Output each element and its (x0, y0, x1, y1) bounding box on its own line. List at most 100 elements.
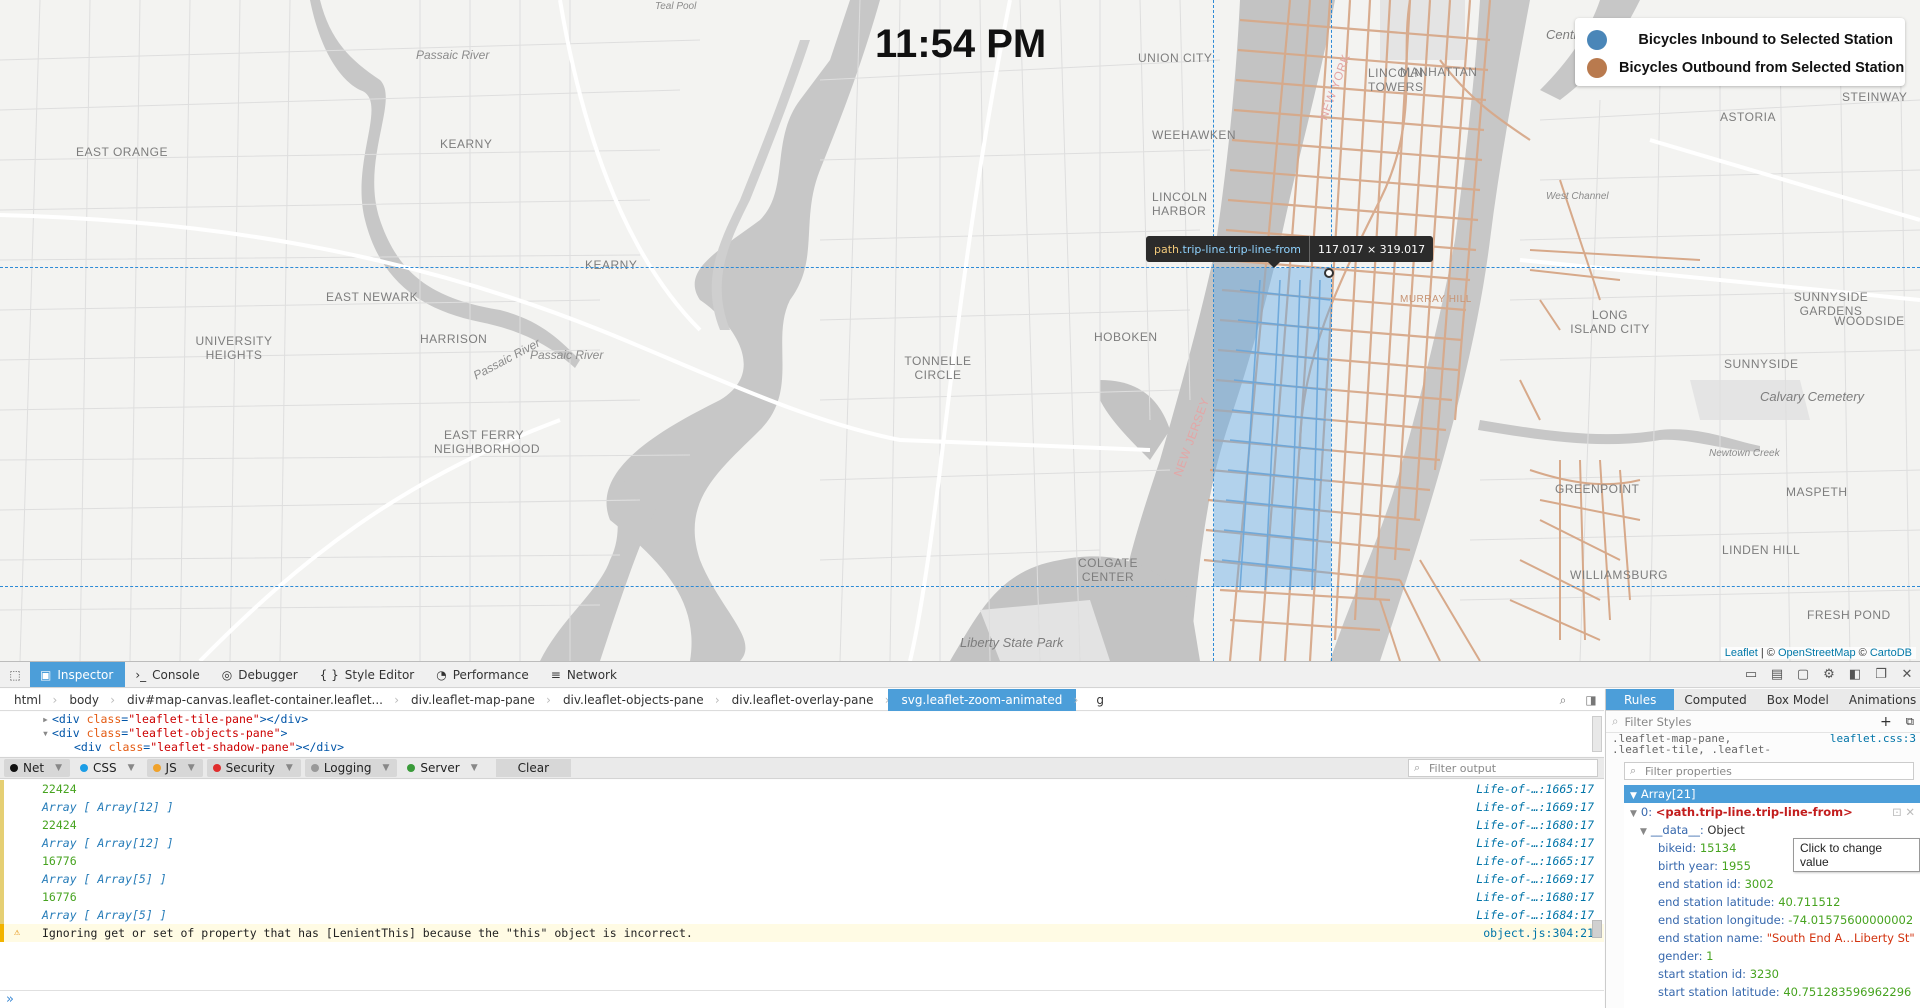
variables-field[interactable]: start station latitude: 40.7512835969622… (1624, 983, 1920, 1001)
console-source-link[interactable]: Life-of-…:1684:17 (1476, 834, 1594, 852)
frame-select-icon[interactable]: ▭ (1738, 662, 1764, 687)
tab-computed[interactable]: Computed (1674, 689, 1756, 710)
breadcrumb-html[interactable]: html (0, 689, 58, 711)
console-row[interactable]: 22424 Life-of-…:1665:17 (0, 780, 1604, 798)
var-value[interactable]: "South End A…Liberty St" (1767, 931, 1915, 945)
markup-node-shadow-pane[interactable]: <div class="leaflet-shadow-pane"></div> (0, 740, 1604, 754)
console-row[interactable]: 16776 Life-of-…:1665:17 (0, 852, 1604, 870)
tab-box-model[interactable]: Box Model (1757, 689, 1839, 710)
close-icon[interactable]: ✕ (1894, 662, 1920, 687)
split-console-icon[interactable]: ▤ (1764, 662, 1790, 687)
responsive-design-icon[interactable]: ▢ (1790, 662, 1816, 687)
toggle-sidebar-icon[interactable]: ◨ (1578, 689, 1604, 711)
tab-inspector[interactable]: ▣ Inspector (30, 662, 126, 687)
console-value[interactable]: Array [ Array[12] ] (42, 800, 174, 814)
console-row[interactable]: Array [ Array[5] ] Life-of-…:1669:17 (0, 870, 1604, 888)
breadcrumb-objects-pane[interactable]: div.leaflet-objects-pane (549, 689, 719, 711)
var-value[interactable]: -74.01575600000002 (1788, 913, 1913, 927)
filter-properties-input[interactable]: Filter properties (1624, 762, 1914, 780)
collapse-arrow-icon[interactable]: ▾ (42, 726, 49, 740)
map-canvas[interactable]: Teal Pool Passaic River EAST ORANGE KEAR… (0, 0, 1920, 661)
filter-styles-input[interactable]: Filter Styles (1624, 715, 1691, 729)
var-value[interactable]: 1 (1706, 949, 1713, 963)
filter-server[interactable]: Server ▼ (401, 759, 485, 777)
variables-data[interactable]: ▼ __data__: Object (1624, 821, 1920, 839)
filter-logging[interactable]: Logging ▼ (304, 759, 398, 777)
markup-scrollbar[interactable] (1592, 716, 1602, 752)
var-value[interactable]: 40.711512 (1778, 895, 1840, 909)
console-source-link[interactable]: Life-of-…:1680:17 (1476, 888, 1594, 906)
console-row[interactable]: 22424 Life-of-…:1680:17 (0, 816, 1604, 834)
select-node-icon[interactable]: ⊡ ✕ (1892, 803, 1915, 821)
css-source-link[interactable]: leaflet.css:3 (1830, 733, 1916, 744)
breadcrumb-map-pane[interactable]: div.leaflet-map-pane (397, 689, 551, 711)
tab-debugger[interactable]: ◎ Debugger (212, 662, 310, 687)
console-source-link[interactable]: Life-of-…:1665:17 (1476, 852, 1594, 870)
filter-css[interactable]: CSS ▼ (74, 759, 143, 777)
tab-console[interactable]: ›_ Console (125, 662, 211, 687)
pseudo-class-icon[interactable]: ⧉ (1906, 714, 1914, 729)
settings-gear-icon[interactable]: ⚙ (1816, 662, 1842, 687)
console-input[interactable]: » (0, 990, 1604, 1008)
filter-output-input[interactable]: Filter output (1408, 759, 1598, 777)
dock-side-icon[interactable]: ◧ (1842, 662, 1868, 687)
filter-security[interactable]: Security ▼ (206, 759, 301, 777)
tab-performance[interactable]: ◔ Performance (426, 662, 541, 687)
variables-field[interactable]: gender: 1 (1624, 947, 1920, 965)
var-value: Object (1707, 823, 1745, 837)
variables-field[interactable]: end station name: "South End A…Liberty S… (1624, 929, 1920, 947)
element-picker-icon[interactable]: ⬚ (0, 662, 30, 687)
console-source-link[interactable]: Life-of-…:1665:17 (1476, 780, 1594, 798)
variables-item-0[interactable]: ▼ 0: <path.trip-line.trip-line-from> ⊡ ✕ (1624, 803, 1920, 821)
css-rule[interactable]: .leaflet-map-pane, .leaflet-tile, .leafl… (1606, 733, 1920, 755)
var-value[interactable]: 15134 (1700, 841, 1737, 855)
net-dot-icon (10, 764, 18, 772)
console-source-link[interactable]: Life-of-…:1669:17 (1476, 870, 1594, 888)
attribution-leaflet-link[interactable]: Leaflet (1725, 647, 1758, 659)
breadcrumb-body[interactable]: body (55, 689, 114, 711)
var-value[interactable]: 3230 (1750, 967, 1779, 981)
breadcrumb-map-canvas[interactable]: div#map-canvas.leaflet-container.leaflet… (113, 689, 399, 711)
var-element[interactable]: <path.trip-line.trip-line-from> (1656, 805, 1853, 819)
console-row[interactable]: 16776 Life-of-…:1680:17 (0, 888, 1604, 906)
filter-net[interactable]: Net ▼ (4, 759, 70, 777)
variables-field[interactable]: end station longitude: -74.0157560000000… (1624, 911, 1920, 929)
variables-field[interactable]: start station id: 3230 (1624, 965, 1920, 983)
var-value[interactable]: 1955 (1722, 859, 1751, 873)
console-source-link[interactable]: object.js:304:21 (1483, 924, 1594, 942)
breadcrumb-g[interactable]: g (1076, 689, 1118, 711)
variables-field[interactable]: end station latitude: 40.711512 (1624, 893, 1920, 911)
tab-style-editor[interactable]: { } Style Editor (310, 662, 427, 687)
console-source-link[interactable]: Life-of-…:1680:17 (1476, 816, 1594, 834)
markup-node-objects-pane[interactable]: ▾ <div class="leaflet-objects-pane"> (0, 726, 1604, 740)
variables-field[interactable]: end station id: 3002 (1624, 875, 1920, 893)
var-value[interactable]: 3002 (1745, 877, 1774, 891)
console-value[interactable]: Array [ Array[5] ] (42, 872, 167, 886)
var-value[interactable]: 40.751283596962296 (1783, 985, 1911, 999)
tab-animations[interactable]: Animations (1839, 689, 1920, 710)
variables-root-row[interactable]: ▼ Array[21] (1624, 785, 1920, 803)
console-source-link[interactable]: Life-of-…:1669:17 (1476, 798, 1594, 816)
console-row[interactable]: Array [ Array[12] ] Life-of-…:1684:17 (0, 834, 1604, 852)
tab-rules[interactable]: Rules (1606, 689, 1675, 710)
add-rule-icon[interactable]: + (1880, 714, 1892, 730)
console-scrollbar[interactable] (1592, 920, 1602, 938)
markup-node-tile-pane[interactable]: ▸ <div class="leaflet-tile-pane"></div> (0, 712, 1604, 726)
clear-button[interactable]: Clear (495, 759, 572, 777)
console-value[interactable]: Array [ Array[12] ] (42, 836, 174, 850)
console-warning-row[interactable]: ⚠ Ignoring get or set of property that ha… (0, 924, 1604, 942)
breadcrumb-overlay-pane[interactable]: div.leaflet-overlay-pane (718, 689, 890, 711)
console-row[interactable]: Array [ Array[5] ] Life-of-…:1684:17 (0, 906, 1604, 924)
console-value[interactable]: Array [ Array[5] ] (42, 908, 167, 922)
attribution-osm-link[interactable]: OpenStreetMap (1778, 647, 1856, 659)
undock-window-icon[interactable]: ❐ (1868, 662, 1894, 687)
breadcrumb-svg[interactable]: svg.leaflet-zoom-animated (887, 688, 1078, 711)
attribution-carto-link[interactable]: CartoDB (1870, 647, 1912, 659)
console-source-link[interactable]: Life-of-…:1684:17 (1476, 906, 1594, 924)
console-row[interactable]: Array [ Array[12] ] Life-of-…:1669:17 (0, 798, 1604, 816)
filter-js[interactable]: JS ▼ (146, 759, 203, 777)
inspector-handle[interactable] (1324, 268, 1334, 278)
tab-network[interactable]: ≡ Network (541, 662, 629, 687)
search-icon[interactable]: ⌕ (1550, 689, 1576, 711)
expand-arrow-icon[interactable]: ▸ (42, 712, 49, 726)
